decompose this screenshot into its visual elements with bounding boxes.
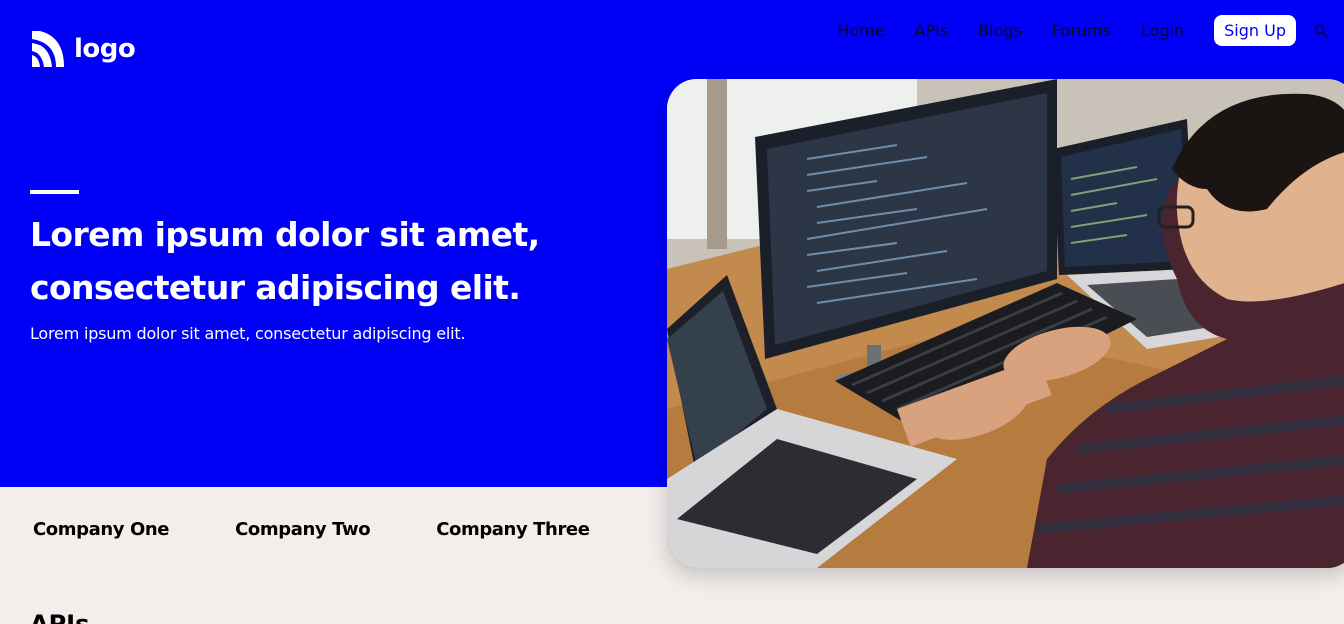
hero-headline-line-1: Lorem ipsum dolor sit amet,: [30, 215, 540, 254]
hero-photo-illustration: [667, 79, 1344, 568]
nav-apis-link[interactable]: APIs: [915, 21, 949, 40]
nav-blogs-link[interactable]: Blogs: [978, 21, 1022, 40]
company-logo-two: Company Two: [235, 519, 371, 540]
hero-headline-line-2: consectetur adipiscing elit.: [30, 268, 521, 307]
logo-mark-icon: [32, 31, 64, 67]
company-logo-three: Company Three: [436, 519, 590, 540]
main-nav: Home APIs Blogs Forums Login Sign Up: [837, 15, 1328, 46]
signup-button[interactable]: Sign Up: [1214, 15, 1296, 46]
nav-login-link[interactable]: Login: [1141, 21, 1184, 40]
hero-subheadline: Lorem ipsum dolor sit amet, consectetur …: [30, 324, 466, 343]
logo-text: logo: [74, 34, 136, 64]
company-logos: Company One Company Two Company Three: [33, 519, 656, 540]
logo[interactable]: logo: [30, 29, 136, 69]
apis-section-title: APIs: [30, 610, 90, 624]
nav-home-link[interactable]: Home: [837, 21, 884, 40]
company-logo-one: Company One: [33, 519, 170, 540]
search-icon[interactable]: [1314, 24, 1328, 38]
nav-forums-link[interactable]: Forums: [1052, 21, 1111, 40]
accent-line: [30, 190, 79, 194]
hero-headline: Lorem ipsum dolor sit amet, consectetur …: [30, 208, 650, 314]
hero-image: [667, 79, 1344, 568]
